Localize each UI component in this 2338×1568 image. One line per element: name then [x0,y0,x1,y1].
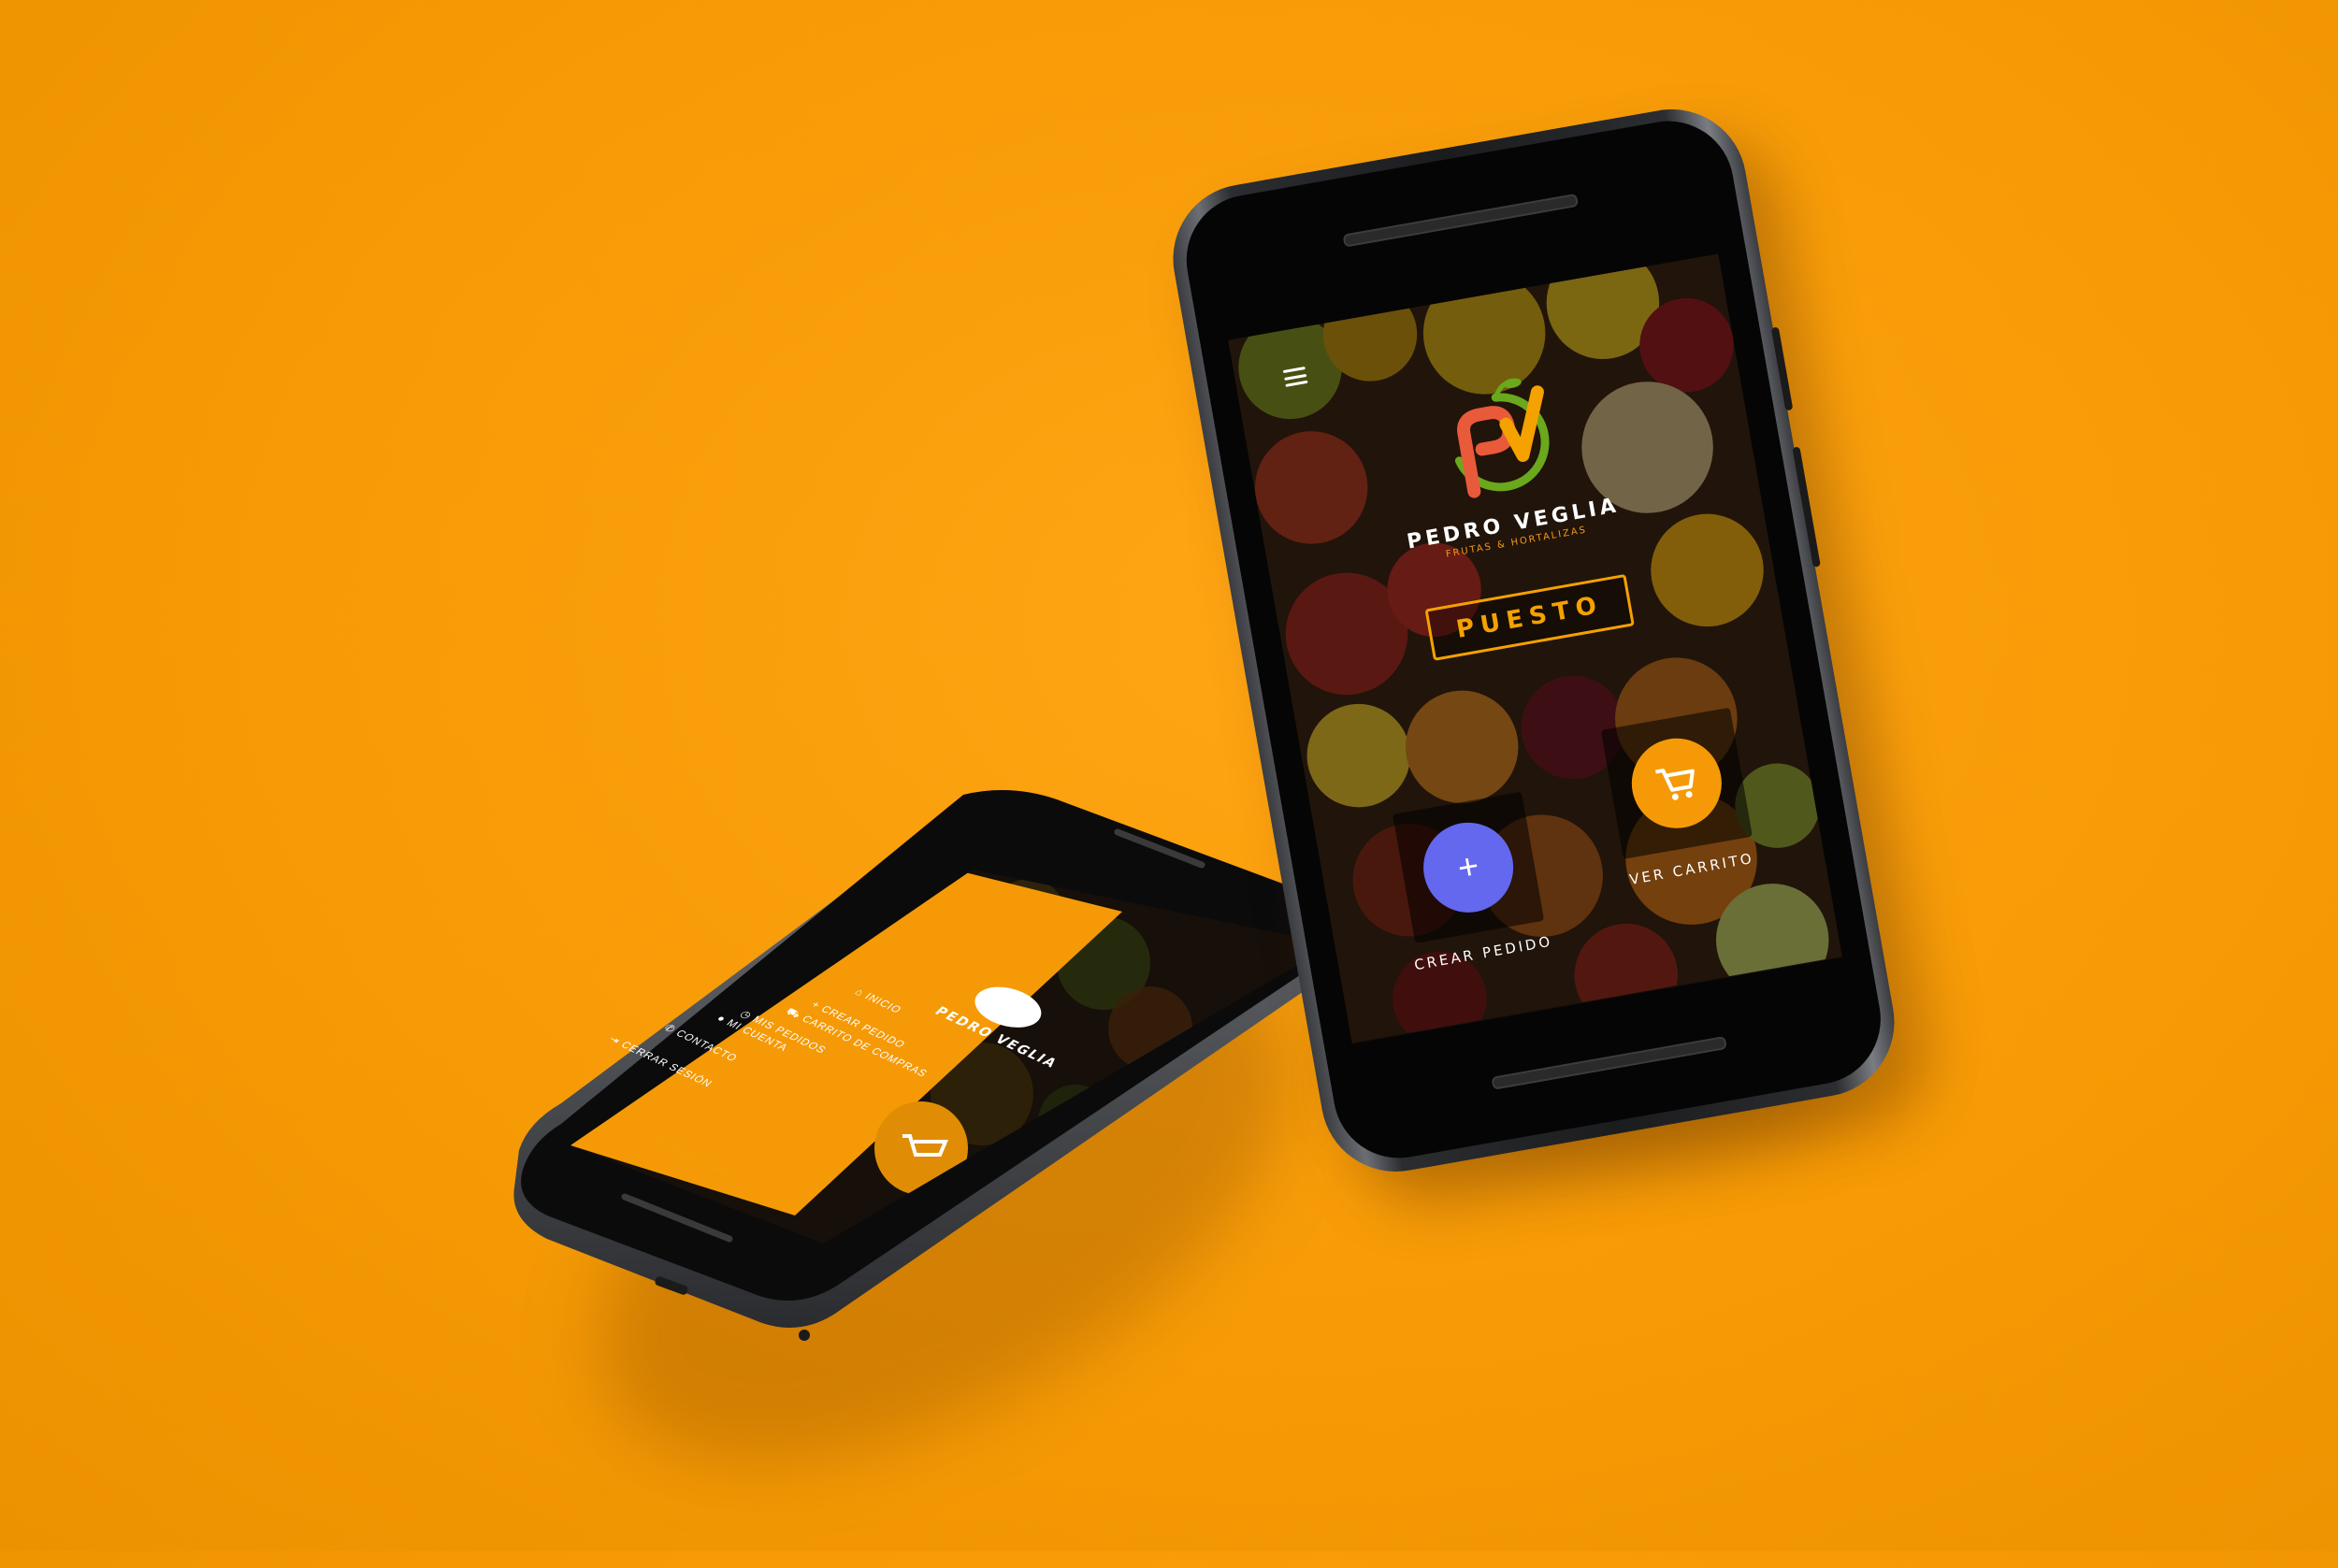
crear-pedido-tile[interactable]: + [1393,791,1545,943]
top-speaker [1342,193,1580,248]
cart-glyph [1655,769,1695,800]
cart-icon[interactable] [1624,731,1729,836]
plus-icon[interactable]: + [1416,815,1521,920]
app-screen: PEDRO VEGLIA FRUTAS & HORTALIZAS PUESTO … [1228,253,1842,1044]
crear-pedido-action[interactable]: + CREAR PEDIDO [1374,788,1567,976]
bottom-speaker [1491,1035,1727,1090]
pv-logo-icon [1454,378,1550,498]
ver-carrito-action[interactable]: VER CARRITO [1582,704,1776,892]
ver-carrito-tile[interactable] [1600,707,1753,859]
